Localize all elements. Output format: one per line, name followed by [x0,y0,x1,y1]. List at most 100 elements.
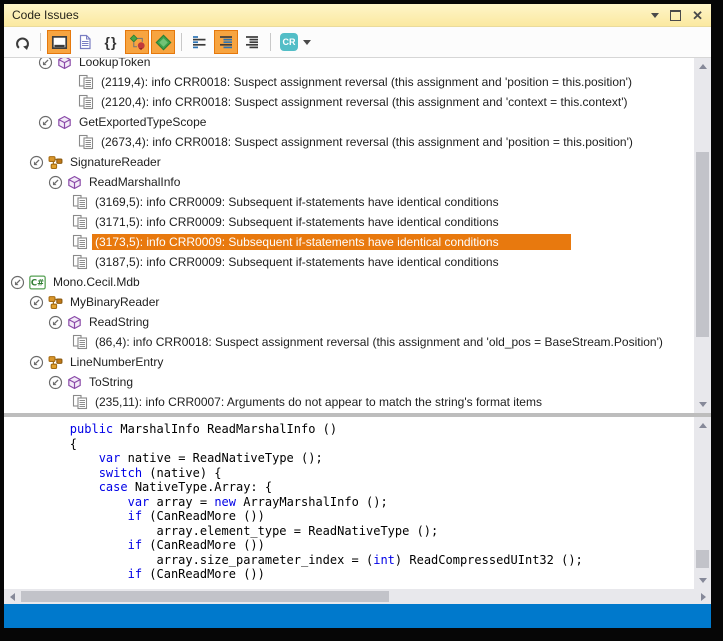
code-line: if (CanReadMore ()) [12,567,691,582]
marker-diamond-toggle[interactable] [151,30,175,54]
svg-text:C#: C# [31,278,44,288]
list-plain-icon [244,34,260,50]
method-icon [57,58,72,70]
collapse-node-icon[interactable] [10,275,25,290]
issue-row[interactable]: (3187,5): info CRR0009: Subsequent if-st… [4,252,694,272]
issue-icon [78,74,94,90]
issue-row[interactable]: (3171,5): info CRR0009: Subsequent if-st… [4,212,694,232]
method-icon [57,115,72,130]
method-node-row[interactable]: LookupToken [4,58,694,72]
row-label: (3171,5): info CRR0009: Subsequent if-st… [92,214,502,230]
group-indent-highlight-button[interactable] [214,30,238,54]
document-view-button[interactable] [73,30,97,54]
tree-scrollbar-thumb[interactable] [696,152,709,337]
issue-icon [72,214,88,230]
issue-row[interactable]: (86,4): info CRR0018: Suspect assignment… [4,332,694,352]
toolbar-separator [270,33,271,51]
maximize-icon[interactable] [670,10,681,21]
code-line: if (CanReadMore ()) [12,509,691,524]
collapse-node-icon[interactable] [29,155,44,170]
class-node-row[interactable]: SignatureReader [4,152,694,172]
code-vertical-scrollbar[interactable] [694,417,711,589]
code-line: { [12,437,691,452]
class-icon [48,295,63,310]
method-node-row[interactable]: ToString [4,372,694,392]
class-icon [48,155,63,170]
issue-row[interactable]: (2119,4): info CRR0018: Suspect assignme… [4,72,694,92]
issue-row[interactable]: (3169,5): info CRR0009: Subsequent if-st… [4,192,694,212]
scroll-down-icon[interactable] [694,572,711,589]
class-node-row[interactable]: LineNumberEntry [4,352,694,372]
diagram-view-toggle[interactable] [125,30,149,54]
dropdown-caret-icon [303,40,311,45]
document-icon [77,34,93,50]
issue-icon [72,334,88,350]
issue-icon [78,134,94,150]
method-node-row[interactable]: ReadMarshalInfo [4,172,694,192]
issue-row[interactable]: (3173,5): info CRR0009: Subsequent if-st… [4,232,694,252]
code-line: switch (native) { [12,466,691,481]
close-icon[interactable]: ✕ [692,9,703,22]
row-label: (3187,5): info CRR0009: Subsequent if-st… [92,254,502,270]
braces-icon: {} [105,34,118,50]
coderush-icon: CR [280,33,298,51]
window-position-menu-icon[interactable] [651,13,659,18]
method-node-row[interactable]: ReadString [4,312,694,332]
diamond-icon [155,34,172,51]
collapse-node-icon[interactable] [48,315,63,330]
code-line: public MarshalInfo ReadMarshalInfo () [12,422,691,437]
scroll-right-icon[interactable] [695,589,711,604]
toolbar: {} CR [4,27,711,58]
row-label: (235,11): info CRR0007: Arguments do not… [92,394,545,410]
code-scrollbar-thumb[interactable] [696,550,709,568]
row-label: (2120,4): info CRR0018: Suspect assignme… [98,94,631,110]
tree-vertical-scrollbar[interactable] [694,58,711,413]
preview-pane-toggle[interactable] [47,30,71,54]
issue-row[interactable]: (2120,4): info CRR0018: Suspect assignme… [4,92,694,112]
collapse-node-icon[interactable] [29,295,44,310]
collapse-node-icon[interactable] [38,58,53,70]
row-label: GetExportedTypeScope [76,114,209,130]
tree-rows: LookupToken (2119,4): info CRR0018: Suspe… [4,58,694,412]
collapse-node-icon[interactable] [29,355,44,370]
method-node-row[interactable]: GetExportedTypeScope [4,112,694,132]
row-label: ToString [86,374,136,390]
group-indent-button[interactable] [240,30,264,54]
project-icon: C# [29,275,46,290]
coderush-menu-button[interactable]: CR [277,30,314,54]
scroll-up-icon[interactable] [694,58,711,75]
issue-icon [78,94,94,110]
issue-row[interactable]: (2673,4): info CRR0018: Suspect assignme… [4,132,694,152]
refresh-button[interactable] [10,30,34,54]
window-title: Code Issues [12,8,79,22]
issue-icon [72,394,88,410]
row-label: SignatureReader [67,154,164,170]
project-node-row[interactable]: C# Mono.Cecil.Mdb [4,272,694,292]
row-label: Mono.Cecil.Mdb [50,274,143,290]
row-label: LookupToken [76,58,153,70]
list-left-icon [192,34,208,50]
row-label: (86,4): info CRR0018: Suspect assignment… [92,334,666,350]
monitor-icon [51,34,68,51]
titlebar-buttons: ✕ [651,9,703,22]
issue-icon [72,234,88,250]
collapse-node-icon[interactable] [48,375,63,390]
collapse-node-icon[interactable] [38,115,53,130]
collapse-node-icon[interactable] [48,175,63,190]
scroll-left-icon[interactable] [4,589,20,604]
scroll-down-icon[interactable] [694,396,711,413]
group-outline-button[interactable] [188,30,212,54]
selected-row-label: (3173,5): info CRR0009: Subsequent if-st… [92,234,571,250]
horizontal-scrollbar[interactable] [4,589,711,604]
issue-row[interactable]: (235,11): info CRR0007: Arguments do not… [4,392,694,412]
horizontal-scrollbar-thumb[interactable] [21,591,389,602]
code-text: public MarshalInfo ReadMarshalInfo () { … [12,422,691,582]
method-icon [67,375,82,390]
scroll-up-icon[interactable] [694,417,711,434]
titlebar: Code Issues ✕ [4,4,711,27]
code-line: var native = ReadNativeType (); [12,451,691,466]
code-preview-pane: public MarshalInfo ReadMarshalInfo () { … [4,417,711,589]
braces-view-button[interactable]: {} [99,30,123,54]
issue-icon [72,254,88,270]
class-node-row[interactable]: MyBinaryReader [4,292,694,312]
